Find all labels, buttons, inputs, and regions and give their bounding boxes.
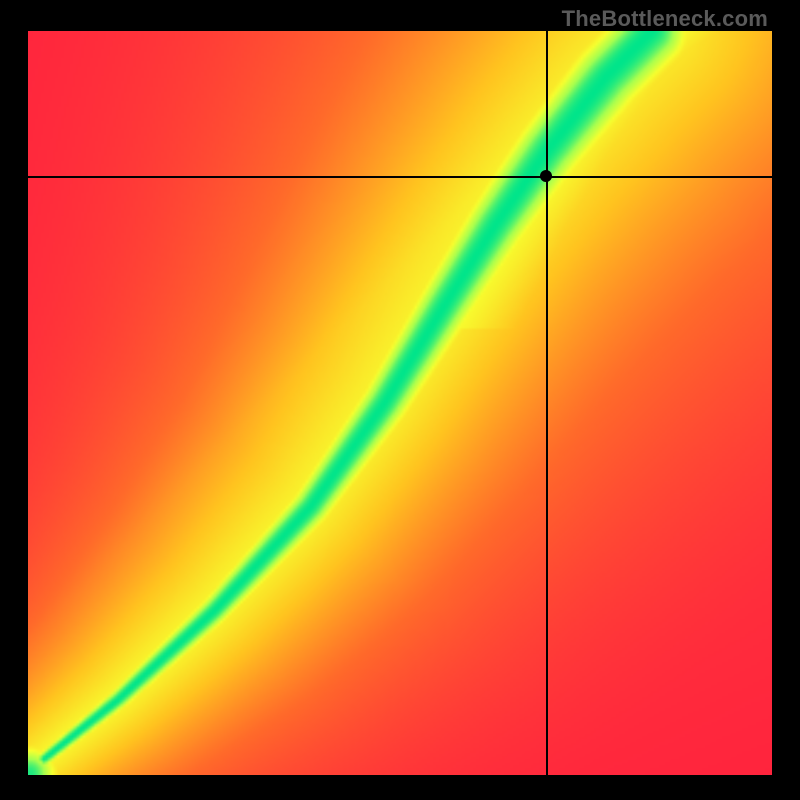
heatmap-plot bbox=[28, 31, 772, 775]
heatmap-canvas bbox=[28, 31, 772, 775]
watermark-text: TheBottleneck.com bbox=[562, 6, 768, 32]
crosshair-horizontal bbox=[28, 176, 772, 178]
crosshair-vertical bbox=[546, 31, 548, 775]
crosshair-marker bbox=[540, 170, 552, 182]
